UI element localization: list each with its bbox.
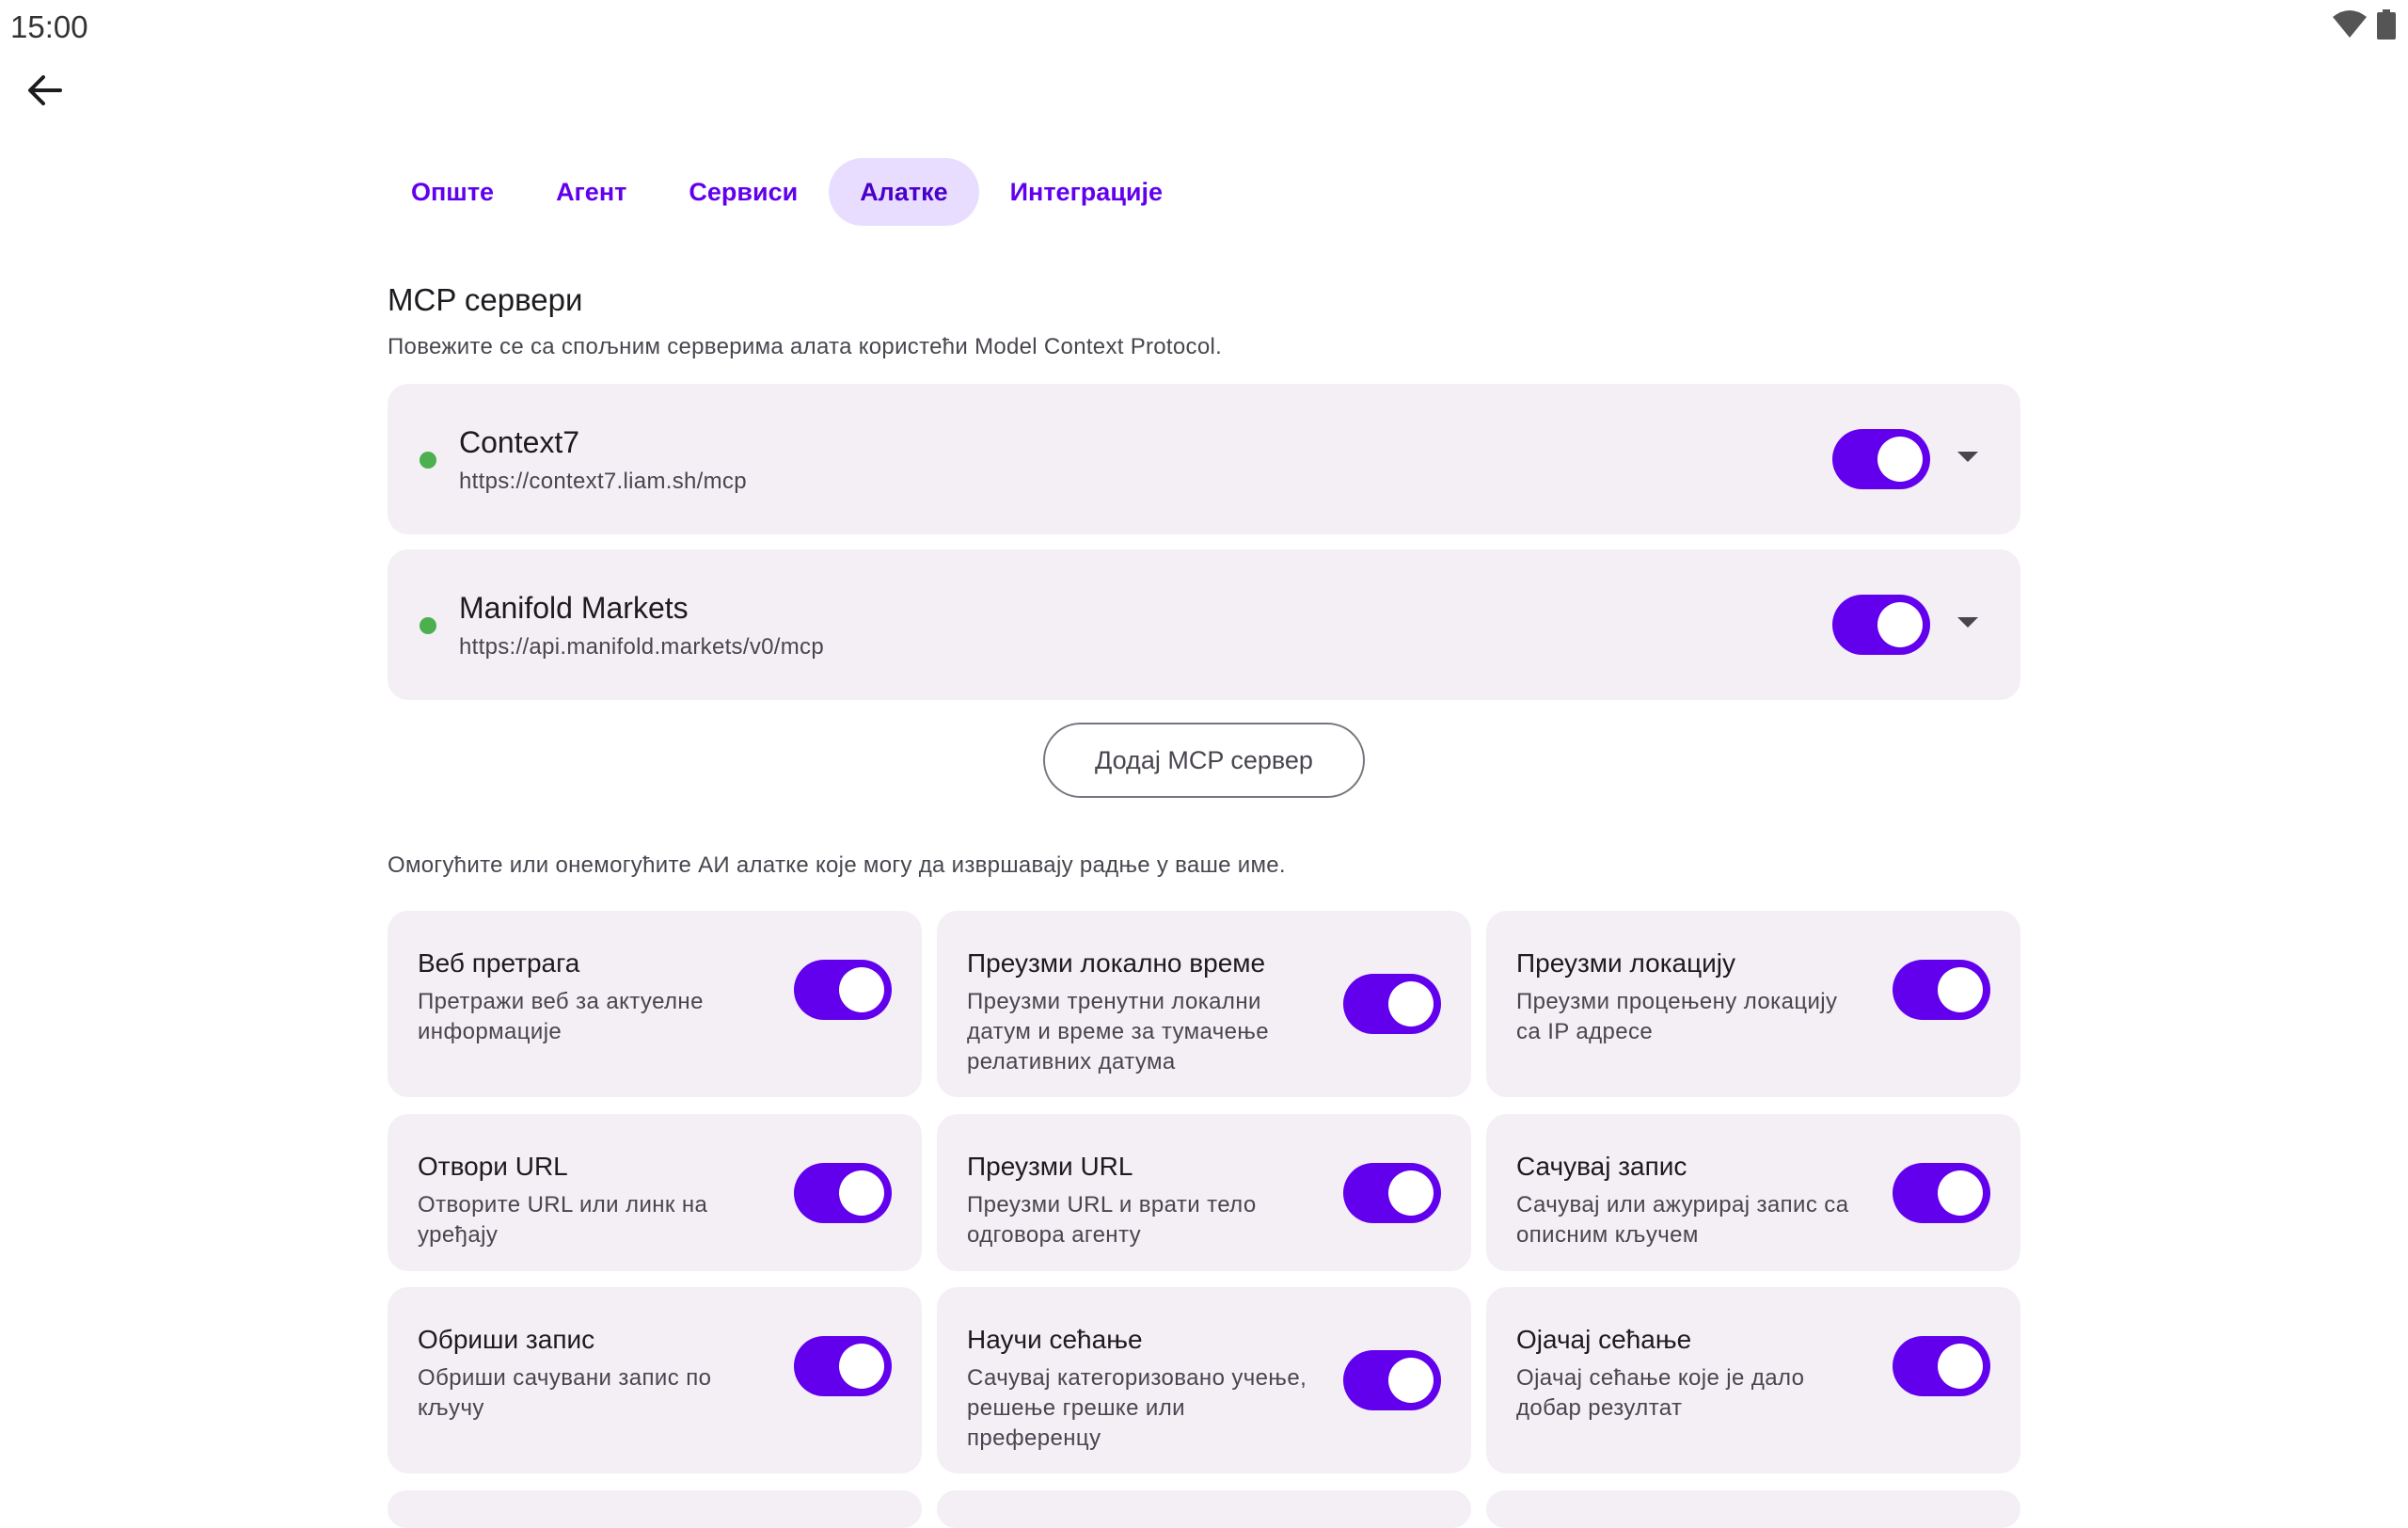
status-bar: 15:00	[0, 0, 2408, 60]
toggle-knob	[1388, 981, 1434, 1027]
tool-card-partial[interactable]	[937, 1490, 1471, 1528]
toggle-knob	[1877, 602, 1923, 647]
tab-tools[interactable]: Алатке	[829, 158, 979, 226]
tool-enable-toggle[interactable]	[1893, 960, 1990, 1020]
mcp-server-card[interactable]: Manifold Markets https://api.manifold.ma…	[388, 549, 2020, 700]
tool-title: Ојачај сећање	[1516, 1325, 1692, 1354]
tool-title: Обриши запис	[418, 1325, 595, 1354]
mcp-server-card[interactable]: Context7 https://context7.liam.sh/mcp	[388, 384, 2020, 534]
server-url: https://context7.liam.sh/mcp	[459, 469, 747, 494]
status-dot	[420, 617, 436, 634]
server-name: Context7	[459, 425, 580, 459]
tool-description: Претражи веб за актуелне информације	[418, 989, 704, 1044]
tool-title: Веб претрага	[418, 948, 580, 978]
back-button[interactable]	[19, 66, 71, 119]
tool-description: Сачувај или ажурирај запис са описним кљ…	[1516, 1192, 1849, 1248]
server-url: https://api.manifold.markets/v0/mcp	[459, 634, 824, 660]
mcp-section-title: MCP сервери	[388, 282, 583, 317]
tool-enable-toggle[interactable]	[1893, 1163, 1990, 1223]
settings-tabs: Опште Агент Сервиси Алатке Интеграције	[380, 158, 1194, 226]
tool-title: Отвори URL	[418, 1152, 568, 1181]
tool-card-local-time[interactable]: Преузми локално време Преузми тренутни л…	[937, 911, 1471, 1097]
tool-card-fetch-url[interactable]: Преузми URL Преузми URL и врати тело одг…	[937, 1114, 1471, 1271]
tool-enable-toggle[interactable]	[794, 960, 892, 1020]
expand-button[interactable]	[1955, 446, 1981, 472]
toggle-knob	[1938, 967, 1983, 1012]
toggle-knob	[839, 1344, 884, 1389]
arrow-drop-down-icon	[1957, 616, 1978, 633]
tool-description: Ојачај сећање које је дало добар резулта…	[1516, 1365, 1805, 1421]
tool-enable-toggle[interactable]	[1343, 1350, 1441, 1410]
server-name: Manifold Markets	[459, 591, 689, 625]
tool-description: Сачувај категоризовано учење, решење гре…	[967, 1365, 1307, 1451]
tool-card-reinforce-memory[interactable]: Ојачај сећање Ојачај сећање које је дало…	[1486, 1287, 2020, 1473]
tab-general[interactable]: Опште	[380, 158, 525, 226]
tool-title: Преузми URL	[967, 1152, 1133, 1181]
tool-title: Преузми локацију	[1516, 948, 1736, 978]
tool-description: Преузми URL и врати тело одговора агенту	[967, 1192, 1257, 1248]
toggle-knob	[1877, 437, 1923, 482]
tool-description: Обриши сачувани запис по кључу	[418, 1365, 712, 1421]
tool-card-delete-record[interactable]: Обриши запис Обриши сачувани запис по кљ…	[388, 1287, 922, 1473]
tool-card-open-url[interactable]: Отвори URL Отворите URL или линк на уређ…	[388, 1114, 922, 1271]
toggle-knob	[839, 1170, 884, 1216]
toggle-knob	[1938, 1344, 1983, 1389]
toggle-knob	[1938, 1170, 1983, 1216]
tool-enable-toggle[interactable]	[1343, 974, 1441, 1034]
arrow-back-icon	[26, 72, 64, 114]
toggle-knob	[839, 967, 884, 1012]
status-icons	[2331, 9, 2397, 44]
tool-enable-toggle[interactable]	[794, 1336, 892, 1396]
tool-title: Научи сећање	[967, 1325, 1143, 1354]
tool-title: Преузми локално време	[967, 948, 1266, 978]
tool-description: Преузми процењену локацију са IP адресе	[1516, 989, 1838, 1044]
tool-description: Отворите URL или линк на уређају	[418, 1192, 708, 1248]
tool-card-learn-memory[interactable]: Научи сећање Сачувај категоризовано учењ…	[937, 1287, 1471, 1473]
tool-card-location[interactable]: Преузми локацију Преузми процењену локац…	[1486, 911, 2020, 1097]
tool-enable-toggle[interactable]	[794, 1163, 892, 1223]
toggle-knob	[1388, 1358, 1434, 1403]
server-enable-toggle[interactable]	[1832, 595, 1930, 655]
tool-card-save-record[interactable]: Сачувај запис Сачувај или ажурирај запис…	[1486, 1114, 2020, 1271]
tool-enable-toggle[interactable]	[1343, 1163, 1441, 1223]
tool-enable-toggle[interactable]	[1893, 1336, 1990, 1396]
tools-description: Омогућите или онемогућите АИ алатке које…	[388, 852, 1286, 878]
tool-card-web-search[interactable]: Веб претрага Претражи веб за актуелне ин…	[388, 911, 922, 1097]
server-enable-toggle[interactable]	[1832, 429, 1930, 489]
tool-card-partial[interactable]	[1486, 1490, 2020, 1528]
tool-title: Сачувај запис	[1516, 1152, 1687, 1181]
mcp-section-description: Повежите се са спољним серверима алата к…	[388, 334, 1223, 359]
tool-description: Преузми тренутни локални датум и време з…	[967, 989, 1270, 1074]
tab-agent[interactable]: Агент	[525, 158, 657, 226]
status-dot	[420, 452, 436, 469]
tab-services[interactable]: Сервиси	[657, 158, 829, 226]
expand-button[interactable]	[1955, 612, 1981, 638]
status-time: 15:00	[10, 9, 88, 44]
toggle-knob	[1388, 1170, 1434, 1216]
tab-integrations[interactable]: Интеграције	[979, 158, 1194, 226]
arrow-drop-down-icon	[1957, 451, 1978, 468]
wifi-icon	[2331, 9, 2368, 44]
tool-card-partial[interactable]	[388, 1490, 922, 1528]
add-mcp-server-button[interactable]: Додај MCP сервер	[1043, 723, 1365, 798]
battery-icon	[2376, 9, 2397, 44]
